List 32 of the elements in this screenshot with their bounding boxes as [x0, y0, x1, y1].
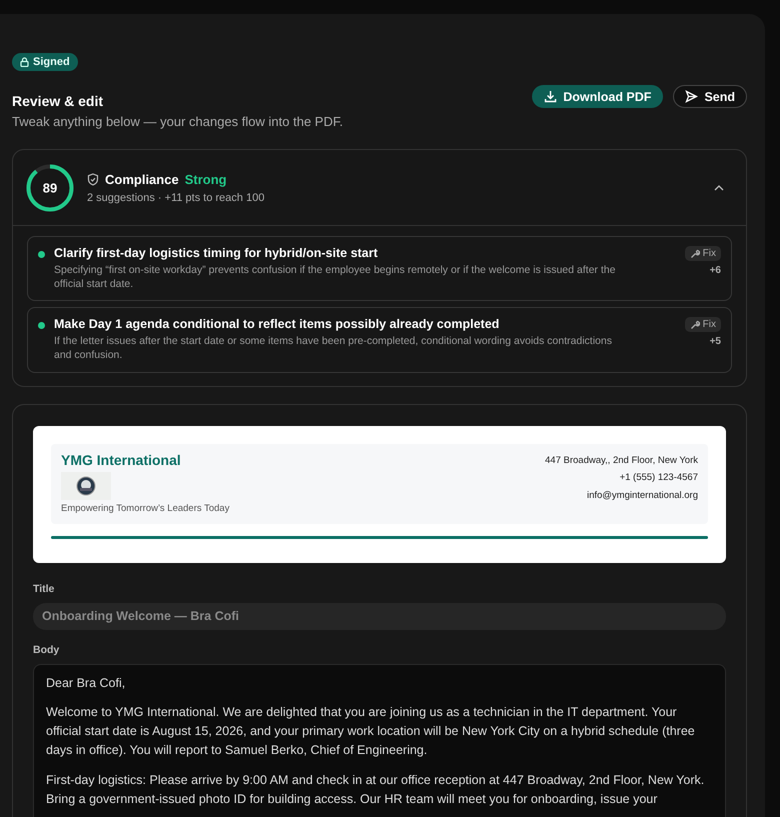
lock-icon [20, 57, 29, 67]
download-pdf-button[interactable]: Download PDF [532, 85, 664, 108]
page-subtitle: Tweak anything below — your changes flow into the PDF. [12, 114, 343, 129]
field-label: Title [33, 582, 56, 595]
fix-button[interactable]: Fix [684, 246, 721, 261]
company-name: YMG International [61, 452, 182, 468]
send-button[interactable]: Send [673, 85, 747, 108]
body-textarea[interactable]: Dear Bra Cofi, Welcome to YMG International. We are delighted that you are joining us as a technician in the IT department. Your official start date is August 15, 2026, and your primary work location will be New York City on a hybrid schedule (three days in office). You will report to Samuel Berko, Chief of Engineering. First-day logistics: Please arrive by 9:00 AM and check in at our office reception at 447 Broadway, 2nd Floor, New York. Bring a government-issued photo ID for building access. Our HR team will meet you for onboarding, issue your [33, 664, 726, 817]
download-icon [544, 90, 558, 103]
company-email: info@ymginternational.org [586, 488, 698, 503]
compliance-rating: Strong [184, 172, 227, 187]
company-tagline: Empowering Tomorrow’s Leaders Today [61, 502, 230, 514]
suggestion-title: Make Day 1 agenda conditional to reflect items possibly already completed [54, 317, 500, 332]
badge-label: Signed [33, 56, 70, 68]
compliance-summary: 2 suggestions · +11 pts to reach 100 [87, 192, 266, 204]
company-address: 447 Broadway,, 2nd Floor, New York [545, 454, 698, 468]
chevron-icon[interactable] [714, 185, 724, 191]
suggestion-detail: Specifying “first on-site workday” prevents confusion if the employee begins remotely or if the welcome is issued after the official start date. [54, 264, 616, 292]
title-input[interactable]: Onboarding Welcome — Bra Cofi [33, 602, 726, 630]
score-value: 89 [42, 180, 58, 196]
shield-icon [87, 173, 99, 186]
send-icon [685, 90, 698, 103]
suggestion-detail: If the letter issues after the start date or some items have been pre-completed, conditional wording avoids contradictions and confusion. [54, 335, 613, 363]
suggestion-points: +5 [710, 336, 721, 348]
page-title: Review & edit [12, 93, 104, 109]
compliance-title: Compliance [105, 172, 179, 187]
suggestion-title: Clarify first-day logistics timing for hybrid/on-site start [54, 246, 379, 260]
company-phone: +1 (555) 123-4567 [618, 471, 698, 486]
logo-icon [61, 472, 111, 500]
suggestion-points: +6 [710, 265, 721, 276]
fix-button[interactable]: Fix [684, 317, 721, 332]
field-label: Body [33, 644, 60, 656]
